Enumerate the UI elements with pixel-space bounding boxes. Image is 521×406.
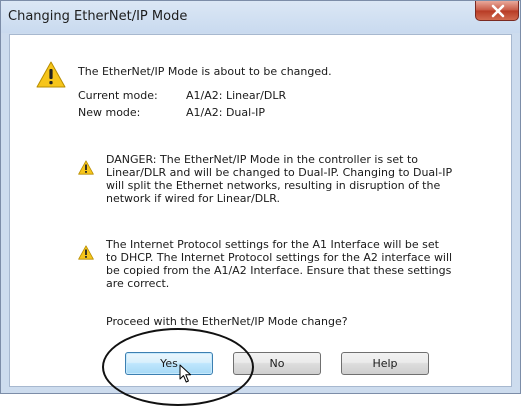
protocol-warning-icon — [78, 245, 94, 260]
current-mode-label: Current mode: — [78, 89, 158, 102]
current-mode-value: A1/A2: Linear/DLR — [186, 89, 287, 102]
window-title: Changing EtherNet/IP Mode — [8, 9, 188, 24]
changing-ethernetip-mode-dialog: Changing EtherNet/IP Mode The EtherNet/I… — [0, 0, 521, 406]
close-button[interactable] — [475, 1, 519, 21]
dialog-content: The EtherNet/IP Mode is about to be chan… — [9, 34, 512, 406]
close-icon — [491, 4, 505, 18]
main-message: The EtherNet/IP Mode is about to be chan… — [78, 65, 332, 78]
highlight-circle — [102, 328, 254, 406]
help-button[interactable]: Help — [341, 352, 429, 375]
protocol-message: The Internet Protocol settings for the A… — [106, 238, 453, 290]
danger-warning-icon — [78, 160, 94, 175]
new-mode-label: New mode: — [78, 106, 141, 119]
danger-message: DANGER: The EtherNet/IP Mode in the cont… — [106, 153, 453, 205]
confirmation-question: Proceed with the EtherNet/IP Mode change… — [106, 315, 348, 328]
warning-icon — [36, 61, 66, 88]
new-mode-value: A1/A2: Dual-IP — [186, 106, 266, 119]
title-bar[interactable]: Changing EtherNet/IP Mode — [1, 1, 520, 33]
mouse-pointer-icon — [179, 364, 192, 383]
